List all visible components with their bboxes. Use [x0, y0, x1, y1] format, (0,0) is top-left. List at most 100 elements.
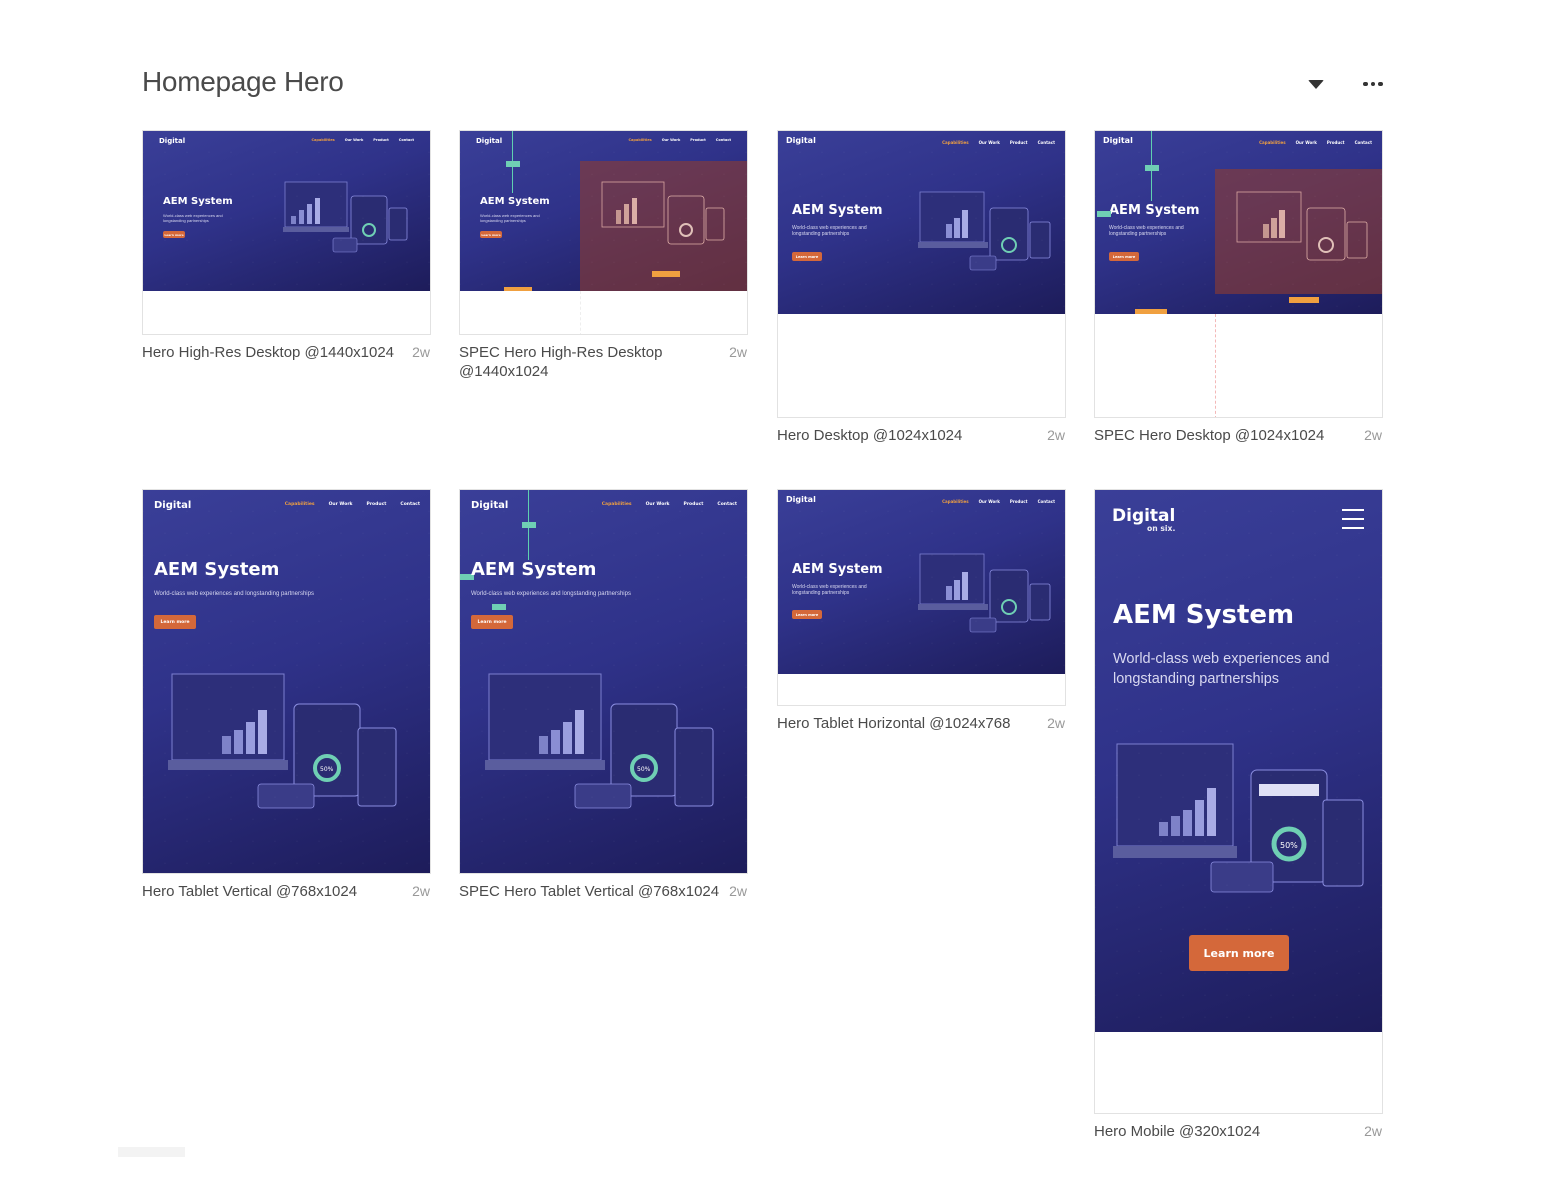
artboard-thumbnail[interactable]: Digital Capabilities Our Work Product Conta…: [459, 489, 748, 874]
artboard-age: 2w: [1047, 427, 1065, 443]
section-title: Homepage Hero: [142, 66, 344, 97]
spec-tag: [504, 287, 532, 291]
artboard-name: Hero Desktop @1024x1024: [777, 427, 963, 444]
spec-tag: [522, 522, 536, 528]
hero-subtitle: World-class web experiences and longstan…: [792, 225, 867, 237]
hero-title: AEM System: [163, 196, 233, 207]
hero-subtitle: World-class web experiences and longstan…: [154, 591, 314, 597]
hero-title: AEM System: [792, 562, 883, 577]
logo: Digital: [154, 500, 192, 511]
scrollbar[interactable]: [118, 1147, 185, 1157]
hero-preview: Digital on six. AEM System World-class we…: [1095, 490, 1382, 1032]
hero-subtitle: World-class web experiences and longstan…: [1113, 651, 1330, 687]
logo: Digital: [471, 500, 509, 511]
hero-preview: Digital Capabilities Our Work Product Conta…: [143, 131, 430, 291]
devices-illustration: [918, 553, 1051, 633]
hero-preview: Digital Capabilities Our Work Product Conta…: [143, 490, 430, 873]
hero-title: AEM System: [792, 203, 883, 218]
artboard-age: 2w: [412, 883, 430, 899]
cta-button: Learn more: [154, 615, 196, 629]
nav: Capabilities Our Work Product Contact: [628, 138, 731, 142]
devices-illustration: [283, 181, 408, 253]
hero-preview: Digital Capabilities Our Work Product Conta…: [778, 131, 1065, 314]
artboard-name: SPEC Hero Tablet Vertical @768x1024: [459, 883, 720, 900]
devices-illustration: [918, 191, 1051, 271]
collapse-section-button[interactable]: [1303, 72, 1329, 96]
devices-illustration: [1236, 191, 1368, 261]
hero-preview: Digital Capabilities Our Work Product Conta…: [1095, 131, 1382, 314]
spec-guide: [1215, 314, 1216, 417]
spec-tag: [506, 161, 520, 167]
hero-title: AEM System: [1113, 600, 1295, 630]
svg-text:50%: 50%: [637, 766, 651, 773]
nav: Capabilities Our Work Product Contact: [601, 502, 737, 507]
devices-illustration: 50%: [168, 673, 397, 809]
hero-preview: Digital Capabilities Our Work Product Conta…: [778, 490, 1065, 674]
spec-tag: [652, 271, 680, 277]
artboard-age: 2w: [729, 344, 747, 360]
artboard-thumbnail[interactable]: Digital Capabilities Our Work Product Conta…: [142, 489, 431, 874]
hero-preview: Digital Capabilities Our Work Product Conta…: [460, 131, 747, 291]
artboard-thumbnail[interactable]: Digital Capabilities Our Work Product Conta…: [1094, 130, 1383, 418]
artboard-age: 2w: [1364, 1123, 1382, 1139]
artboard-name: Hero Mobile @320x1024: [1094, 1123, 1261, 1140]
hero-subtitle: World-class web experiences and longstan…: [480, 213, 540, 223]
hero-subtitle: World-class web experiences and longstan…: [471, 591, 631, 597]
spec-tag: [1145, 165, 1159, 171]
more-options-button[interactable]: [1360, 72, 1386, 96]
artboard-name: SPEC Hero High-Res Desktop @1440x1024: [459, 344, 663, 380]
spec-tag: [1097, 211, 1111, 217]
logo: Digital on six.: [1112, 506, 1176, 533]
spec-tag: [1135, 309, 1167, 314]
hero-title: AEM System: [480, 196, 550, 207]
artboard-name: Hero High-Res Desktop @1440x1024: [142, 344, 395, 361]
cta-button: Learn more: [792, 610, 822, 619]
cta-button: Learn more: [792, 252, 822, 261]
artboard-thumbnail[interactable]: Digital Capabilities Our Work Product Conta…: [777, 130, 1066, 418]
artboard-thumbnail[interactable]: Digital Capabilities Our Work Product Conta…: [777, 489, 1066, 706]
devices-illustration: 50%: [485, 673, 714, 809]
cta-button: Learn more: [163, 231, 185, 238]
nav: Capabilities Our Work Product Contact: [1259, 140, 1372, 145]
nav: Capabilities Our Work Product Contact: [311, 138, 414, 142]
caret-down-icon: [1308, 79, 1324, 89]
svg-text:50%: 50%: [1280, 841, 1298, 850]
artboard-thumbnail[interactable]: Digital Capabilities Our Work Product Conta…: [142, 130, 431, 335]
artboard-name: SPEC Hero Desktop @1024x1024: [1094, 427, 1325, 444]
hero-title: AEM System: [1109, 203, 1200, 218]
artboard-thumbnail[interactable]: Digital on six. AEM System World-class we…: [1094, 489, 1383, 1114]
logo: Digital: [159, 137, 186, 145]
artboard-age: 2w: [1364, 427, 1382, 443]
spec-tag: [1289, 297, 1319, 303]
devices-illustration: [601, 181, 725, 245]
spec-guide: [580, 291, 581, 334]
cta-button: Learn more: [1189, 935, 1289, 971]
hero-subtitle: World-class web experiences and longstan…: [163, 213, 223, 223]
nav: Capabilities Our Work Product Contact: [942, 140, 1055, 145]
logo: Digital: [1103, 136, 1133, 145]
artboard-age: 2w: [412, 344, 430, 360]
menu-icon: [1342, 509, 1364, 536]
hero-preview: Digital Capabilities Our Work Product Conta…: [460, 490, 747, 873]
artboard-age: 2w: [1047, 715, 1065, 731]
hero-title: AEM System: [471, 559, 597, 580]
cta-button: Learn more: [480, 231, 502, 238]
nav: Capabilities Our Work Product Contact: [284, 502, 420, 507]
logo: Digital: [476, 137, 503, 145]
artboard-thumbnail[interactable]: Digital Capabilities Our Work Product Conta…: [459, 130, 748, 335]
artboard-age: 2w: [729, 883, 747, 899]
artboard-name: Hero Tablet Vertical @768x1024: [142, 883, 358, 900]
hero-subtitle: World-class web experiences and longstan…: [792, 584, 867, 596]
hero-title: AEM System: [154, 559, 280, 580]
more-options-icon: [1363, 81, 1383, 87]
nav: Capabilities Our Work Product Contact: [942, 499, 1055, 504]
cta-button: Learn more: [471, 615, 513, 629]
cta-button: Learn more: [1109, 252, 1139, 261]
logo: Digital: [786, 136, 816, 145]
logo: Digital: [786, 495, 816, 504]
devices-illustration: 50%: [1113, 743, 1364, 893]
spec-tag: [492, 604, 506, 610]
hero-subtitle: World-class web experiences and longstan…: [1109, 225, 1184, 237]
svg-text:50%: 50%: [320, 766, 334, 773]
artboard-name: Hero Tablet Horizontal @1024x768: [777, 715, 1011, 732]
